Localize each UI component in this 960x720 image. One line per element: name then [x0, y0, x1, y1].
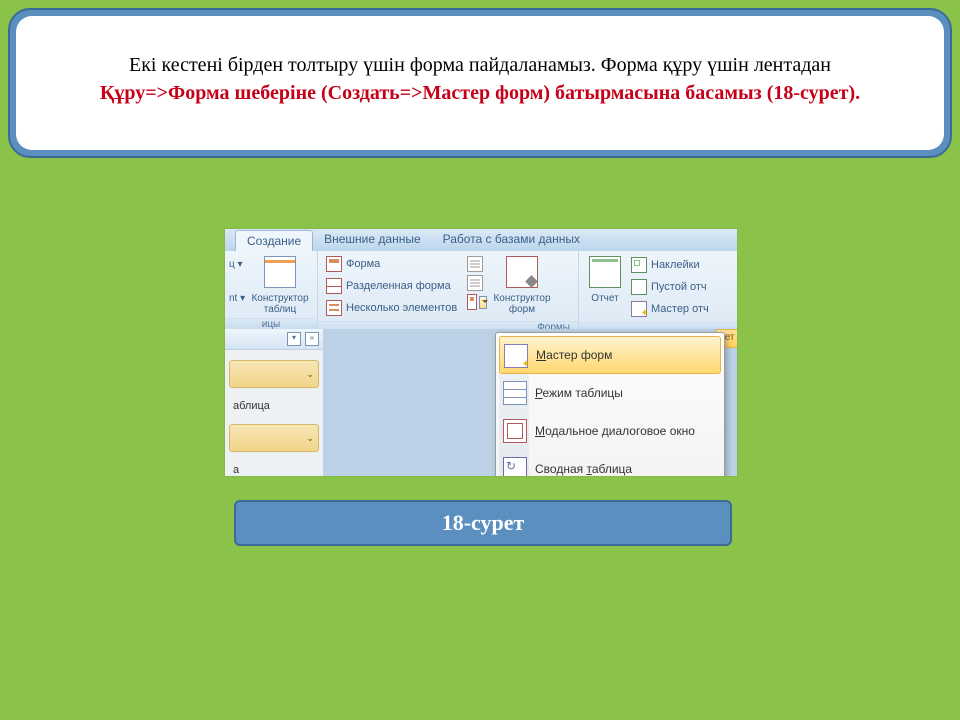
partial-button-2[interactable]: nt ▾ [229, 292, 251, 306]
access-ribbon-screenshot: Создание Внешние данные Работа с базами … [225, 229, 737, 476]
report-wizard-button[interactable]: Мастер отч [627, 299, 713, 319]
more-forms-dropdown-icon[interactable] [479, 296, 487, 309]
table-designer-button[interactable]: Конструктор таблиц [251, 254, 309, 315]
nav-category-header-2[interactable]: ⌄ [229, 424, 319, 452]
navigation-pane: ▾ « ⌄ аблица ⌄ а [225, 329, 324, 476]
nav-header[interactable]: ▾ « [225, 329, 323, 350]
nav-item-table2[interactable]: а [229, 458, 319, 476]
tab-create[interactable]: Создание [235, 230, 313, 251]
report-wizard-icon [631, 301, 647, 317]
form-designer-icon [506, 256, 538, 288]
multiple-items-button[interactable]: Несколько элементов [322, 298, 467, 318]
menu-item-modal-dialog[interactable]: Модальное диалоговое окно [499, 412, 721, 450]
labels-button[interactable]: Наклейки [627, 255, 713, 275]
group-reports-label [579, 322, 737, 329]
group-reports: Отчет Наклейки Пустой отч Мастер отч [579, 251, 737, 329]
form-button[interactable]: Форма [322, 254, 467, 274]
ribbon-tabs: Создание Внешние данные Работа с базами … [225, 229, 737, 251]
more-forms-icon[interactable] [467, 294, 477, 310]
pivot-table-icon [503, 457, 527, 476]
form-icon [326, 256, 342, 272]
labels-icon [631, 257, 647, 273]
ribbon-body: ц ▾ nt ▾ Конструктор таблиц ицы Форма [225, 251, 737, 330]
modal-dialog-icon [503, 419, 527, 443]
nav-item-table1[interactable]: аблица [229, 394, 319, 418]
menu-item-datasheet[interactable]: Режим таблицы [499, 374, 721, 412]
instruction-text: Екі кестені бірден толтыру үшін форма па… [16, 16, 944, 150]
report-icon [589, 256, 621, 288]
pivot-chart-icon[interactable] [467, 256, 483, 272]
form-wizard-icon [504, 344, 528, 368]
tab-external-data[interactable]: Внешние данные [313, 229, 432, 251]
table-icon [264, 256, 296, 288]
blank-form-icon[interactable] [467, 275, 483, 291]
nav-category-header[interactable]: ⌄ [229, 360, 319, 388]
menu-item-pivot-table[interactable]: Сводная таблица [499, 450, 721, 476]
instruction-line2: Құру=>Форма шеберіне (Создать=>Мастер фо… [100, 82, 860, 104]
split-form-button[interactable]: Разделенная форма [322, 276, 467, 296]
blank-report-icon [631, 279, 647, 295]
figure-caption: 18-сурет [234, 500, 732, 546]
multi-items-icon [326, 300, 342, 316]
group-forms: Форма Разделенная форма Несколько элемен… [318, 251, 579, 329]
more-forms-menu: Мастер форм Режим таблицы Модальное диал… [495, 332, 725, 476]
menu-item-form-wizard[interactable]: Мастер форм [499, 336, 721, 374]
group-tables: ц ▾ nt ▾ Конструктор таблиц ицы [225, 251, 318, 329]
instruction-panel: Екі кестені бірден толтыру үшін форма па… [8, 8, 952, 158]
nav-collapse-icon[interactable]: « [305, 332, 319, 346]
form-designer-button[interactable]: Конструктор форм [487, 254, 557, 315]
blank-report-button[interactable]: Пустой отч [627, 277, 713, 297]
nav-dropdown-icon[interactable]: ▾ [287, 332, 301, 346]
partial-button-1[interactable]: ц ▾ [229, 258, 251, 272]
split-form-icon [326, 278, 342, 294]
tab-database-tools[interactable]: Работа с базами данных [432, 229, 591, 251]
datasheet-icon [503, 381, 527, 405]
instruction-line1: Екі кестені бірден толтыру үшін форма па… [129, 54, 831, 76]
report-button[interactable]: Отчет [583, 254, 627, 304]
